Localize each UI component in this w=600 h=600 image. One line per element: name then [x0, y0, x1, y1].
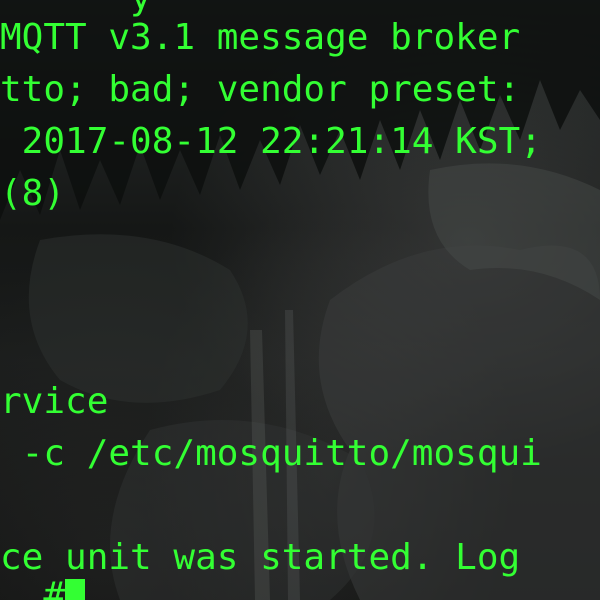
terminal-window[interactable]: y MQTT v3.1 message broker tto; bad; ven… [0, 0, 600, 600]
terminal-prompt-line[interactable]: # [0, 572, 86, 600]
terminal-line: (8) [0, 173, 66, 214]
terminal-line: 2017-08-12 22:21:14 KST; [0, 121, 542, 162]
terminal-line: -c /etc/mosquitto/mosqui [0, 433, 542, 474]
text-cursor [65, 579, 86, 600]
prompt-text: # [0, 575, 66, 600]
terminal-line: MQTT v3.1 message broker [0, 17, 521, 58]
terminal-line: tto; bad; vendor preset: [0, 69, 521, 110]
terminal-line: rvice [0, 381, 109, 422]
